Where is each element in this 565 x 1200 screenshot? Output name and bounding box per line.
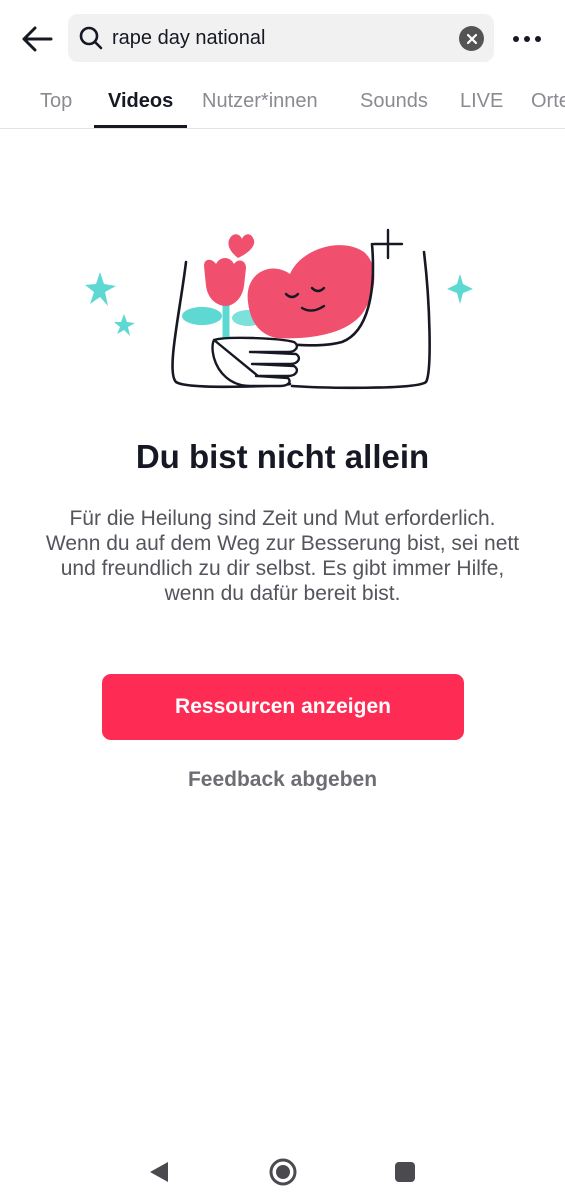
more-options-button[interactable] bbox=[508, 24, 546, 54]
search-icon bbox=[79, 26, 103, 50]
active-tab-indicator bbox=[94, 125, 187, 128]
sparkle-icon bbox=[447, 274, 473, 304]
system-navigation-bar bbox=[0, 1140, 565, 1200]
sparkle-icon bbox=[85, 272, 116, 306]
nav-home-button[interactable] bbox=[263, 1152, 303, 1192]
tab-videos[interactable]: Videos bbox=[108, 78, 173, 128]
nav-recents-icon bbox=[395, 1162, 415, 1182]
small-heart-icon bbox=[228, 234, 255, 258]
more-horizontal-icon bbox=[513, 36, 541, 42]
page-title: Du bist nicht allein bbox=[135, 438, 430, 475]
tab-places[interactable]: Orte bbox=[531, 78, 565, 128]
tab-users[interactable]: Nutzer*innen bbox=[202, 78, 318, 128]
search-input[interactable] bbox=[112, 14, 452, 62]
nav-home-icon bbox=[269, 1158, 297, 1186]
tab-sounds[interactable]: Sounds bbox=[360, 78, 428, 128]
nav-recents-button[interactable] bbox=[385, 1152, 425, 1192]
top-bar bbox=[0, 0, 565, 78]
show-resources-button[interactable]: Ressourcen anzeigen bbox=[102, 674, 464, 740]
tab-live[interactable]: LIVE bbox=[460, 78, 503, 128]
tab-top[interactable]: Top bbox=[40, 78, 72, 128]
flower-icon bbox=[204, 258, 246, 306]
clear-search-button[interactable] bbox=[459, 26, 484, 51]
search-tabs: Top Videos Nutzer*innen Sounds LIVE Orte bbox=[0, 78, 565, 129]
support-message: Für die Heilung sind Zeit und Mut erford… bbox=[45, 507, 520, 605]
nav-back-icon bbox=[150, 1162, 168, 1182]
twinkle-icon bbox=[372, 228, 404, 260]
sparkle-icon bbox=[114, 314, 135, 336]
big-heart-icon bbox=[247, 245, 375, 339]
search-bar[interactable] bbox=[68, 14, 494, 62]
give-feedback-link[interactable]: Feedback abgeben bbox=[0, 768, 565, 792]
heart-hug-illustration bbox=[85, 228, 473, 390]
back-button[interactable] bbox=[18, 20, 56, 58]
nav-back-button[interactable] bbox=[139, 1152, 179, 1192]
clear-icon bbox=[466, 33, 477, 44]
arrow-left-icon bbox=[22, 26, 53, 52]
